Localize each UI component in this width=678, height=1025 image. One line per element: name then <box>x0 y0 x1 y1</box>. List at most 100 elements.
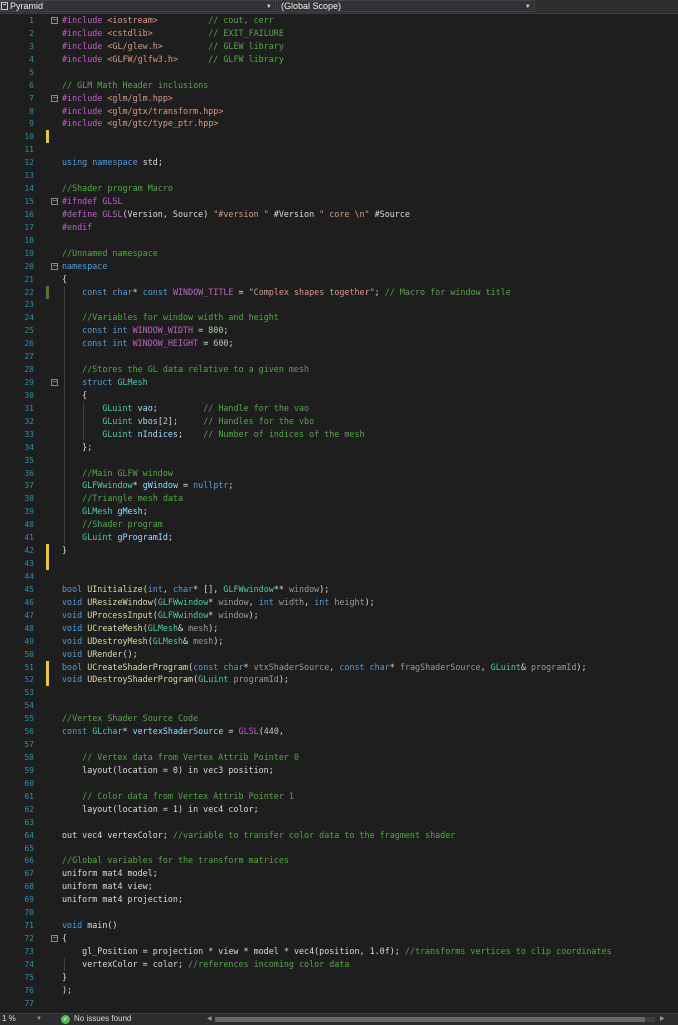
code-line[interactable]: 37 GLFWwindow* gWindow = nullptr; <box>0 479 678 492</box>
code-line[interactable]: 53 <box>0 686 678 699</box>
code-line[interactable]: 51 bool UCreateShaderProgram(const char* … <box>0 660 678 674</box>
code-line[interactable]: 76); <box>0 984 678 997</box>
scrollbar-thumb[interactable] <box>215 1017 645 1022</box>
code-line[interactable]: 8 #include <glm/gtx/transform.hpp> <box>0 105 678 118</box>
code-line[interactable]: 72 −{ <box>0 932 678 945</box>
code-line[interactable]: 29 − struct GLMesh <box>0 376 678 389</box>
code-line[interactable]: 32 GLuint vbos[2]; // Handles for the vb… <box>0 415 678 428</box>
code-line[interactable]: 74 vertexColor = color; //references inc… <box>0 958 678 971</box>
collapse-icon[interactable]: − <box>51 198 58 206</box>
code-line[interactable]: 43 <box>0 557 678 571</box>
issues-status[interactable]: No issues found <box>74 1014 131 1024</box>
code-text: } <box>62 971 68 982</box>
code-line[interactable]: 22 const char* const WINDOW_TITLE = "Com… <box>0 285 678 299</box>
horizontal-scrollbar[interactable] <box>215 1017 655 1022</box>
code-line[interactable]: 24 //Variables for window width and heig… <box>0 311 678 324</box>
code-line[interactable]: 15 − #ifndef GLSL <box>0 195 678 208</box>
code-editor[interactable]: 1− #include <iostream> // cout, cerr 2 #inc… <box>0 14 678 1013</box>
code-line[interactable]: 42} <box>0 544 678 558</box>
code-line[interactable]: 19 //Unnamed namespace <box>0 247 678 260</box>
scroll-right-icon[interactable]: ▶ <box>660 1014 665 1024</box>
code-line[interactable]: 66 //Global variables for the transform m… <box>0 854 678 867</box>
code-line[interactable]: 54 <box>0 699 678 712</box>
code-line[interactable]: 6 // GLM Math Header inclusions <box>0 79 678 92</box>
code-line[interactable]: 46 void UResizeWindow(GLFWwindow* window,… <box>0 596 678 609</box>
code-line[interactable]: 67 uniform mat4 model; <box>0 867 678 880</box>
collapse-icon[interactable]: − <box>51 935 58 943</box>
code-line[interactable]: 27 <box>0 350 678 363</box>
code-line[interactable]: 62 layout(location = 1) in vec4 color; <box>0 803 678 816</box>
line-number: 38 <box>24 494 34 504</box>
collapse-icon[interactable]: − <box>51 17 58 24</box>
zoom-level[interactable]: 1 % <box>2 1014 16 1024</box>
project-dropdown[interactable]: Pyramid ▼ <box>0 0 276 12</box>
code-text: const char* const WINDOW_TITLE = "Comple… <box>82 286 511 297</box>
scope-dropdown[interactable]: (Global Scope) ▼ <box>277 0 535 12</box>
code-line[interactable]: 60 <box>0 777 678 790</box>
code-line[interactable]: 64 out vec4 vertexColor; //variable to tr… <box>0 829 678 842</box>
code-line[interactable]: 44 <box>0 570 678 583</box>
collapse-icon[interactable]: − <box>51 379 58 387</box>
code-line[interactable]: 25 const int WINDOW_WIDTH = 800; <box>0 324 678 337</box>
code-line[interactable]: 65 <box>0 842 678 855</box>
code-line[interactable]: 7 − #include <glm/glm.hpp> <box>0 92 678 105</box>
code-line[interactable]: 21 { <box>0 273 678 286</box>
code-line[interactable]: 38 //Triangle mesh data <box>0 492 678 505</box>
code-line[interactable]: 52 void UDestroyShaderProgram(GLuint prog… <box>0 673 678 687</box>
unsaved-change-marker <box>46 544 49 558</box>
code-line[interactable]: 35 <box>0 454 678 467</box>
code-line[interactable]: 45 bool UInitialize(int, char* [], GLFWwi… <box>0 583 678 596</box>
code-line[interactable]: 20 − namespace <box>0 260 678 273</box>
collapse-icon[interactable]: − <box>51 94 58 102</box>
code-line[interactable]: 69 uniform mat4 projection; <box>0 893 678 906</box>
code-line[interactable]: 34 }; <box>0 441 678 454</box>
line-number: 73 <box>24 946 34 956</box>
code-line[interactable]: 56 const GLchar* vertexShaderSource = GLS… <box>0 725 678 738</box>
code-line[interactable]: 31 GLuint vao; // Handle for the vao <box>0 402 678 415</box>
code-line[interactable]: 9 #include <glm/gtc/type_ptr.hpp> <box>0 117 678 130</box>
code-line[interactable]: 3 #include <GL/glew.h> // GLEW library <box>0 40 678 53</box>
code-line[interactable]: 73 gl_Position = projection * view * mod… <box>0 945 678 958</box>
chevron-down-icon[interactable]: ▼ <box>36 1014 42 1024</box>
code-line[interactable]: 71 void main() <box>0 919 678 932</box>
code-line[interactable]: 49 void UDestroyMesh(GLMesh& mesh); <box>0 635 678 648</box>
scroll-left-icon[interactable]: ◀ <box>207 1014 212 1024</box>
code-line[interactable]: 50 void URender(); <box>0 648 678 661</box>
code-line[interactable]: 4 #include <GLFW/glfw3.h> // GLFW library <box>0 53 678 66</box>
code-line[interactable]: 58 // Vertex data from Vertex Attrib Poi… <box>0 751 678 764</box>
status-bar: 1 % ▼ ✓ No issues found ◀ ▶ <box>0 1013 678 1025</box>
code-line[interactable]: 55 //Vertex Shader Source Code <box>0 712 678 725</box>
code-line[interactable]: 18 <box>0 234 678 247</box>
code-line[interactable]: 57 <box>0 738 678 751</box>
code-line[interactable]: 17 #endif <box>0 221 678 234</box>
code-line[interactable]: 28 //Stores the GL data relative to a gi… <box>0 363 678 376</box>
code-line[interactable]: 47 void UProcessInput(GLFWwindow* window)… <box>0 609 678 622</box>
code-text: gl_Position = projection * view * model … <box>62 945 612 956</box>
code-line[interactable]: 23 <box>0 298 678 311</box>
code-line[interactable]: 63 <box>0 816 678 829</box>
code-line[interactable]: 2 #include <cstdlib> // EXIT_FAILURE <box>0 27 678 40</box>
code-line[interactable]: 68 uniform mat4 view; <box>0 880 678 893</box>
code-line[interactable]: 41 GLuint gProgramId; <box>0 531 678 544</box>
code-line[interactable]: 36 //Main GLFW window <box>0 467 678 480</box>
code-line[interactable]: 10 <box>0 130 678 144</box>
code-line[interactable]: 40 //Shader program <box>0 518 678 531</box>
code-line[interactable]: 48 void UCreateMesh(GLMesh& mesh); <box>0 622 678 635</box>
code-line[interactable]: 12 using namespace std; <box>0 156 678 169</box>
code-line[interactable]: 5 <box>0 66 678 79</box>
code-line[interactable]: 77 <box>0 997 678 1010</box>
code-line[interactable]: 14 //Shader program Macro <box>0 182 678 195</box>
code-line[interactable]: 11 <box>0 143 678 156</box>
collapse-icon[interactable]: − <box>51 262 58 270</box>
code-line[interactable]: 61 // Color data from Vertex Attrib Poin… <box>0 790 678 803</box>
code-line[interactable]: 30 { <box>0 389 678 402</box>
code-line[interactable]: 33 GLuint nIndices; // Number of indices… <box>0 428 678 441</box>
code-line[interactable]: 16 #define GLSL(Version, Source) "#versio… <box>0 208 678 221</box>
code-line[interactable]: 75} <box>0 971 678 984</box>
code-line[interactable]: 1 − #include <iostream> // cout, cerr <box>0 14 678 27</box>
code-line[interactable]: 26 const int WINDOW_HEIGHT = 600; <box>0 337 678 350</box>
code-line[interactable]: 13 <box>0 169 678 182</box>
code-line[interactable]: 39 GLMesh gMesh; <box>0 505 678 518</box>
code-line[interactable]: 70 <box>0 906 678 919</box>
code-line[interactable]: 59 layout(location = 0) in vec3 position… <box>0 764 678 777</box>
